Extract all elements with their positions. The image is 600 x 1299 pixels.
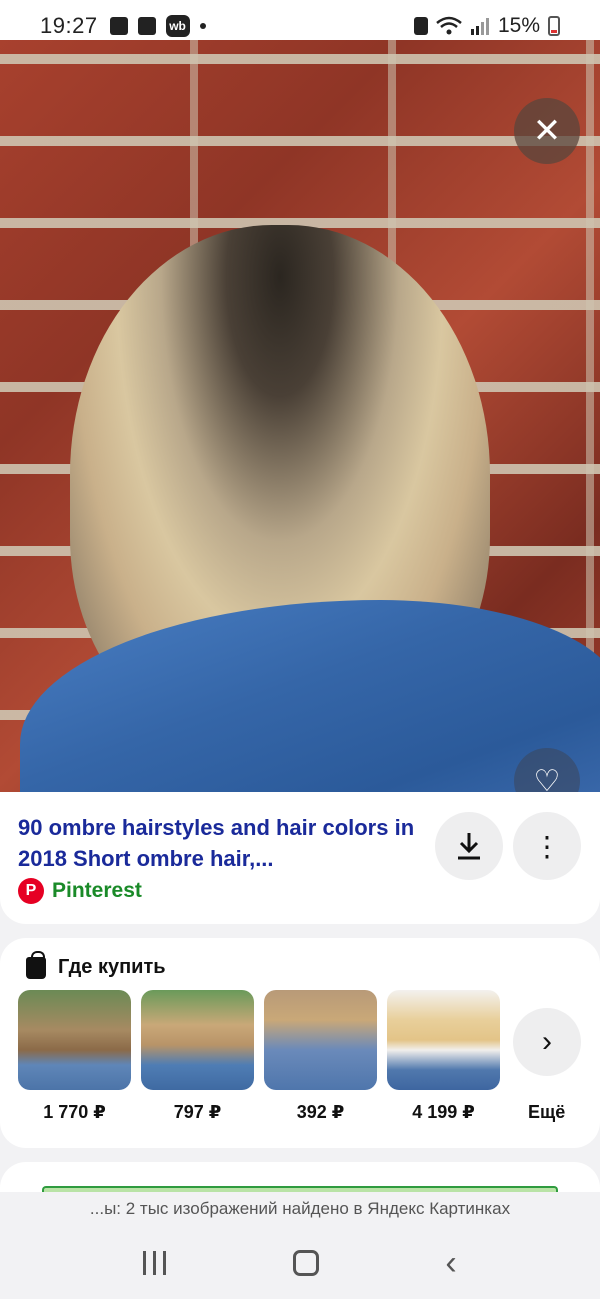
product-price: 1 770 ₽ bbox=[43, 1102, 106, 1122]
heart-icon: ♡ bbox=[533, 764, 561, 793]
product-item[interactable]: 4 199 ₽ bbox=[387, 990, 500, 1123]
product-item[interactable]: 797 ₽ bbox=[141, 990, 254, 1123]
wb-icon: wb bbox=[165, 15, 190, 37]
product-item[interactable]: 392 ₽ bbox=[264, 990, 377, 1123]
home-button[interactable] bbox=[292, 1249, 319, 1276]
more-vertical-icon: ⋮ bbox=[533, 830, 561, 862]
source-link[interactable]: P Pinterest bbox=[18, 878, 142, 904]
lock-icon bbox=[413, 17, 428, 35]
product-price: 392 ₽ bbox=[296, 1102, 345, 1122]
product-thumbnail[interactable] bbox=[387, 990, 500, 1090]
product-price: 797 ₽ bbox=[173, 1102, 222, 1122]
system-nav-bar: ‹ bbox=[0, 1226, 600, 1299]
battery-percent: 15% bbox=[497, 14, 540, 37]
product-thumbnail[interactable] bbox=[264, 990, 377, 1090]
close-icon: ✕ bbox=[532, 112, 562, 150]
more-products-button[interactable]: › bbox=[513, 1008, 581, 1076]
recent-apps-icon bbox=[143, 1250, 147, 1275]
back-button[interactable]: ‹ bbox=[445, 1246, 456, 1280]
gallery-icon bbox=[109, 17, 128, 35]
battery-icon bbox=[548, 16, 560, 36]
product-list: 1 770 ₽ 797 ₽ 392 ₽ 4 199 ₽ bbox=[18, 990, 500, 1123]
alert-icon bbox=[137, 17, 156, 35]
source-label: Pinterest bbox=[52, 879, 142, 902]
signal-icon bbox=[470, 18, 489, 35]
image-title[interactable]: 90 ombre hairstyles and hair colors in 2… bbox=[18, 812, 418, 874]
image-info-card: 90 ombre hairstyles and hair colors in 2… bbox=[0, 792, 600, 924]
status-time: 19:27 bbox=[40, 13, 98, 38]
product-thumbnail[interactable] bbox=[18, 990, 131, 1090]
more-products-label[interactable]: Ещё bbox=[528, 1102, 565, 1123]
wifi-icon bbox=[436, 16, 462, 35]
where-to-buy-header: Где купить bbox=[26, 950, 166, 979]
more-options-button[interactable]: ⋮ bbox=[513, 812, 581, 880]
product-item[interactable]: 1 770 ₽ bbox=[18, 990, 131, 1123]
recent-apps-button[interactable] bbox=[143, 1250, 167, 1275]
where-to-buy-title: Где купить bbox=[58, 956, 166, 978]
image-viewer[interactable]: ✕ ♡ bbox=[0, 40, 600, 792]
download-button[interactable] bbox=[435, 812, 503, 880]
chevron-right-icon: › bbox=[542, 1025, 552, 1058]
results-count-banner[interactable]: ...ы: 2 тыс изображений найдено в Яндекс… bbox=[0, 1192, 600, 1226]
download-icon bbox=[458, 833, 480, 860]
close-button[interactable]: ✕ bbox=[514, 98, 580, 164]
system-icons: 15% bbox=[413, 14, 560, 38]
product-price: 4 199 ₽ bbox=[412, 1102, 475, 1122]
notification-icons: wb bbox=[109, 15, 206, 37]
pinterest-icon: P bbox=[18, 878, 44, 904]
more-notifications-icon bbox=[199, 23, 206, 29]
product-thumbnail[interactable] bbox=[141, 990, 254, 1090]
shopping-bag-icon bbox=[26, 950, 46, 979]
where-to-buy-card: Где купить 1 770 ₽ 797 ₽ 392 ₽ 4 199 ₽ ›… bbox=[0, 938, 600, 1148]
